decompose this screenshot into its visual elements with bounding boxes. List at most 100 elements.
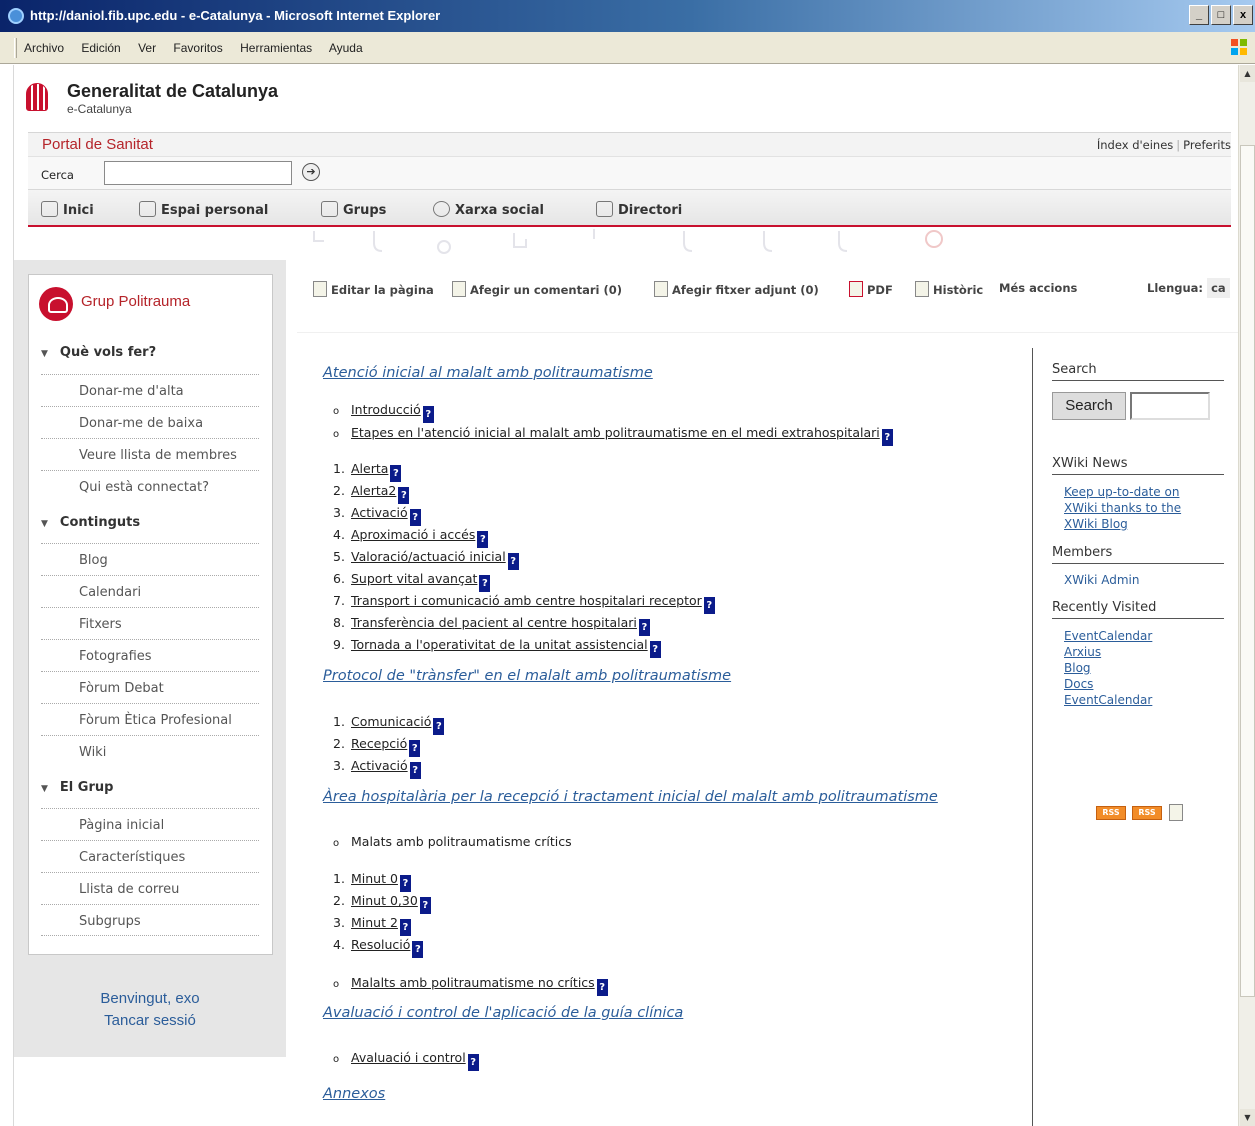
link-recepcio[interactable]: Recepció: [351, 736, 407, 751]
rss-icon[interactable]: RSS: [1096, 806, 1126, 820]
scroll-up-arrow-icon[interactable]: ▲: [1240, 65, 1255, 82]
link-avaluacio-control[interactable]: Avaluació i control: [351, 1050, 466, 1065]
missing-page-icon[interactable]: ?: [422, 406, 434, 423]
section-continguts[interactable]: ▼ Continguts: [41, 515, 140, 530]
link-minut-0-30[interactable]: Minut 0,30: [351, 893, 418, 908]
more-actions[interactable]: Més accions: [999, 281, 1077, 295]
news-link-line-3[interactable]: XWiki Blog: [1064, 516, 1128, 532]
menu-favoritos[interactable]: Favoritos: [173, 41, 222, 55]
menu-ayuda[interactable]: Ayuda: [329, 41, 363, 55]
minimize-button[interactable]: _: [1189, 5, 1209, 25]
missing-page-icon[interactable]: ?: [398, 487, 410, 504]
portal-title[interactable]: Portal de Sanitat: [42, 136, 153, 153]
search-input[interactable]: [104, 161, 292, 185]
section-el-grup[interactable]: ▼ El Grup: [41, 780, 113, 795]
missing-page-icon[interactable]: ?: [399, 919, 411, 936]
missing-page-icon[interactable]: ?: [596, 979, 608, 996]
vertical-scrollbar[interactable]: ▲ ▼: [1238, 65, 1255, 1126]
sidebar-item-llista-correu[interactable]: Llista de correu: [41, 872, 259, 904]
wiki-search-input[interactable]: [1130, 392, 1210, 420]
logo-title[interactable]: Generalitat de Catalunya: [67, 81, 278, 102]
missing-page-icon[interactable]: ?: [507, 553, 519, 570]
logout-link[interactable]: Tancar sessió: [14, 1010, 286, 1032]
sidebar-item-qui-connectat[interactable]: Qui està connectat?: [41, 470, 259, 502]
sidebar-item-donar-alta[interactable]: Donar-me d'alta: [41, 374, 259, 406]
missing-page-icon[interactable]: ?: [638, 619, 650, 636]
add-comment-action[interactable]: Afegir un comentari (0): [452, 281, 622, 297]
link-minut-0[interactable]: Minut 0: [351, 871, 398, 886]
menu-herramientas[interactable]: Herramientas: [240, 41, 312, 55]
news-link-line-1[interactable]: Keep up-to-date on: [1064, 484, 1179, 500]
menu-ver[interactable]: Ver: [138, 41, 156, 55]
missing-page-icon[interactable]: ?: [477, 531, 489, 548]
search-button[interactable]: Search: [1052, 392, 1126, 420]
link-comunicacio[interactable]: Comunicació: [351, 714, 431, 729]
missing-page-icon[interactable]: ?: [703, 597, 715, 614]
recent-link[interactable]: EventCalendar: [1064, 628, 1152, 644]
sidebar-item-forum-etica[interactable]: Fòrum Ètica Profesional: [41, 703, 259, 735]
close-button[interactable]: x: [1233, 5, 1253, 25]
sidebar-item-fitxers[interactable]: Fitxers: [41, 607, 259, 639]
sidebar-item-blog[interactable]: Blog: [41, 543, 259, 575]
nav-inici[interactable]: Inici: [41, 201, 94, 218]
heading-atencio-inicial[interactable]: Atenció inicial al malalt amb politrauma…: [323, 365, 653, 381]
link-preferits[interactable]: Preferits: [1183, 138, 1231, 152]
link-introduccio[interactable]: Introducció: [351, 402, 421, 417]
heading-annexos[interactable]: Annexos: [323, 1086, 385, 1102]
nav-grups[interactable]: Grups: [321, 201, 386, 218]
missing-page-icon[interactable]: ?: [649, 641, 661, 658]
sidebar-item-wiki[interactable]: Wiki: [41, 735, 259, 767]
link-transport[interactable]: Transport i comunicació amb centre hospi…: [351, 593, 702, 608]
recent-link[interactable]: Blog: [1064, 660, 1091, 676]
sidebar-item-caracteristiques[interactable]: Característiques: [41, 840, 259, 872]
missing-page-icon[interactable]: ?: [390, 465, 402, 482]
member-xwiki-admin[interactable]: XWiki Admin: [1064, 573, 1140, 587]
missing-page-icon[interactable]: ?: [409, 762, 421, 779]
sidebar-item-forum-debat[interactable]: Fòrum Debat: [41, 671, 259, 703]
missing-page-icon[interactable]: ?: [467, 1054, 479, 1071]
link-suport-vital[interactable]: Suport vital avançat: [351, 571, 477, 586]
missing-page-icon[interactable]: ?: [433, 718, 445, 735]
scroll-down-arrow-icon[interactable]: ▼: [1240, 1109, 1255, 1126]
sidebar-item-pagina-inicial[interactable]: Pàgina inicial: [41, 808, 259, 840]
maximize-button[interactable]: □: [1211, 5, 1231, 25]
language-value[interactable]: ca: [1207, 278, 1230, 298]
link-alerta2[interactable]: Alerta2: [351, 483, 396, 498]
link-valoracio[interactable]: Valoració/actuació inicial: [351, 549, 506, 564]
sidebar-item-donar-baixa[interactable]: Donar-me de baixa: [41, 406, 259, 438]
edit-page-action[interactable]: Editar la pàgina: [313, 281, 434, 297]
link-transferencia[interactable]: Transferència del pacient al centre hosp…: [351, 615, 637, 630]
sidebar-item-llista-membres[interactable]: Veure llista de membres: [41, 438, 259, 470]
nav-espai-personal[interactable]: Espai personal: [139, 201, 268, 218]
missing-page-icon[interactable]: ?: [409, 509, 421, 526]
news-link-line-2[interactable]: XWiki thanks to the: [1064, 500, 1181, 516]
link-no-critics[interactable]: Malalts amb politraumatisme no crítics: [351, 975, 595, 990]
sidebar-item-subgrups[interactable]: Subgrups: [41, 904, 259, 936]
link-minut-2[interactable]: Minut 2: [351, 915, 398, 930]
search-go-icon[interactable]: ➔: [302, 163, 320, 181]
group-title[interactable]: Grup Politrauma: [81, 293, 190, 310]
heading-area-hospitalaria[interactable]: Àrea hospitalària per la recepció i trac…: [323, 789, 938, 805]
section-que-vols-fer[interactable]: ▼ Què vols fer?: [41, 345, 156, 360]
menu-edicion[interactable]: Edición: [81, 41, 120, 55]
link-aproximacio[interactable]: Aproximació i accés: [351, 527, 475, 542]
generalitat-emblem-icon[interactable]: [26, 83, 48, 111]
missing-page-icon[interactable]: ?: [419, 897, 431, 914]
export-icon[interactable]: [1169, 804, 1183, 821]
link-activacio-2[interactable]: Activació: [351, 758, 408, 773]
language-selector[interactable]: Llengua: ca: [1147, 278, 1230, 298]
link-resolucio[interactable]: Resolució: [351, 937, 410, 952]
nav-directori[interactable]: Directori: [596, 201, 682, 218]
nav-xarxa-social[interactable]: Xarxa social: [433, 201, 544, 218]
missing-page-icon[interactable]: ?: [412, 941, 424, 958]
link-index-eines[interactable]: Índex d'eines: [1097, 138, 1173, 152]
recent-link[interactable]: EventCalendar: [1064, 692, 1152, 708]
history-action[interactable]: Històric: [915, 281, 983, 297]
missing-page-icon[interactable]: ?: [479, 575, 491, 592]
heading-avaluacio[interactable]: Avaluació i control de l'aplicació de la…: [323, 1005, 683, 1021]
sidebar-item-fotografies[interactable]: Fotografies: [41, 639, 259, 671]
link-alerta[interactable]: Alerta: [351, 461, 388, 476]
missing-page-icon[interactable]: ?: [399, 875, 411, 892]
menu-archivo[interactable]: Archivo: [24, 41, 64, 55]
sidebar-item-calendari[interactable]: Calendari: [41, 575, 259, 607]
